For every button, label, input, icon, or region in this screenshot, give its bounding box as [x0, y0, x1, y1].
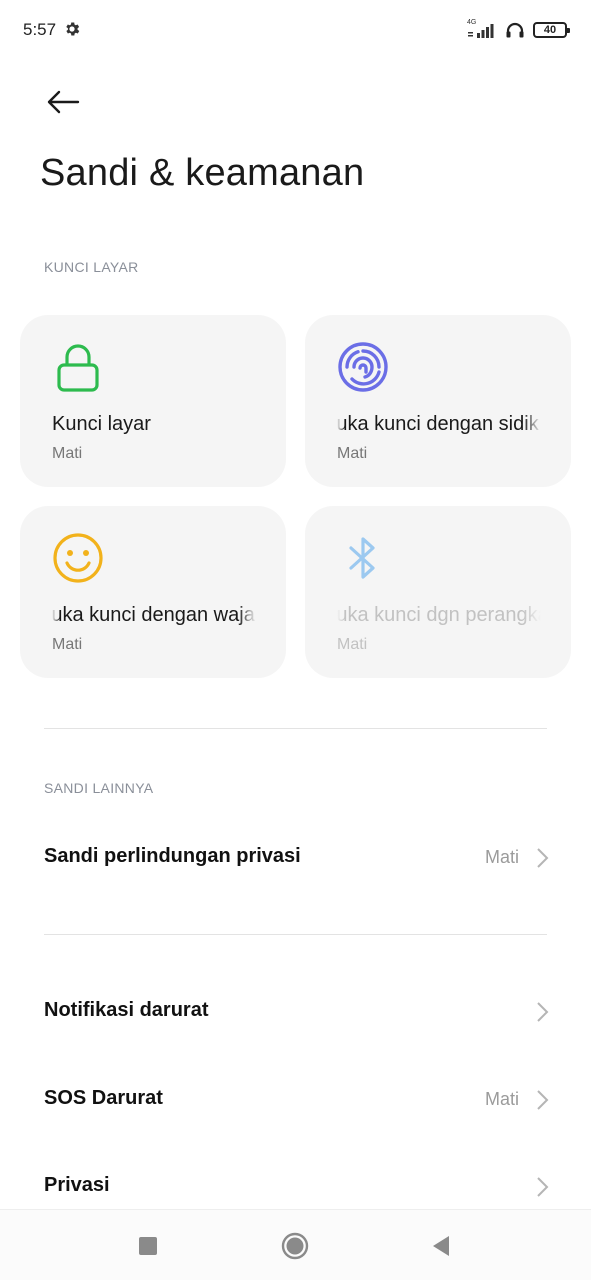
battery-icon: 40: [533, 22, 570, 38]
chevron-right-icon: [537, 1002, 549, 1022]
card-status: Mati: [52, 636, 83, 653]
navigation-bar: [0, 1209, 591, 1280]
card-status: Mati: [52, 445, 83, 462]
page-title: Sandi & keamanan: [40, 152, 365, 194]
back-button[interactable]: [40, 82, 86, 122]
status-time: 5:57: [23, 20, 57, 39]
card-title: Buka kunci dengan sidik jari: [337, 413, 541, 436]
gear-icon: [66, 22, 80, 36]
card-status: Mati: [337, 636, 368, 653]
home-button[interactable]: [279, 1230, 311, 1262]
card-fingerprint-unlock[interactable]: Buka kunci dengan sidik jari Mati: [305, 315, 571, 487]
row-value: Mati: [484, 1089, 519, 1109]
nav-back-button[interactable]: [425, 1230, 457, 1262]
fingerprint-icon: [338, 342, 388, 392]
card-bluetooth-unlock[interactable]: Buka kunci dgn perangkat Bluetooth Mati: [305, 506, 571, 678]
signal-icon: 4G: [467, 19, 497, 39]
row-label: Notifikasi darurat: [44, 999, 209, 1021]
recents-square-icon: [139, 1237, 157, 1255]
card-title: Kunci layar: [52, 413, 151, 435]
back-arrow-icon: [47, 90, 80, 114]
face-icon: [53, 533, 103, 583]
row-emergency-sos[interactable]: SOS Darurat Mati: [0, 1065, 591, 1135]
section-label-screen-lock: KUNCI LAYAR: [44, 259, 139, 275]
headphones-icon: [506, 22, 524, 38]
card-status: Mati: [337, 445, 368, 462]
card-face-unlock[interactable]: Buka kunci dengan wajah Mati: [20, 506, 286, 678]
chevron-right-icon: [537, 1090, 549, 1110]
row-privacy-protection-password[interactable]: Sandi perlindungan privasi Mati: [0, 823, 591, 893]
divider: [44, 728, 547, 729]
status-indicators: 4G 40: [467, 19, 570, 40]
section-label-other-passwords: SANDI LAINNYA: [44, 780, 154, 796]
chevron-right-icon: [537, 1177, 549, 1197]
row-label: SOS Darurat: [44, 1087, 163, 1109]
home-circle-icon: [281, 1232, 309, 1260]
lock-icon: [57, 344, 99, 392]
row-value: Mati: [484, 847, 519, 867]
chevron-right-icon: [537, 848, 549, 868]
card-title: Buka kunci dengan wajah: [52, 604, 256, 627]
back-triangle-icon: [433, 1236, 449, 1256]
row-label: Sandi perlindungan privasi: [44, 845, 301, 867]
bluetooth-icon: [349, 537, 375, 579]
card-title: Buka kunci dgn perangkat Bluetooth: [337, 604, 541, 627]
row-emergency-notification[interactable]: Notifikasi darurat: [0, 977, 591, 1047]
row-label: Privasi: [44, 1174, 110, 1196]
status-bar: 5:57 4G 40: [0, 0, 591, 60]
divider: [44, 934, 547, 935]
recents-button[interactable]: [132, 1230, 164, 1262]
card-screen-lock[interactable]: Kunci layar Mati: [20, 315, 286, 487]
